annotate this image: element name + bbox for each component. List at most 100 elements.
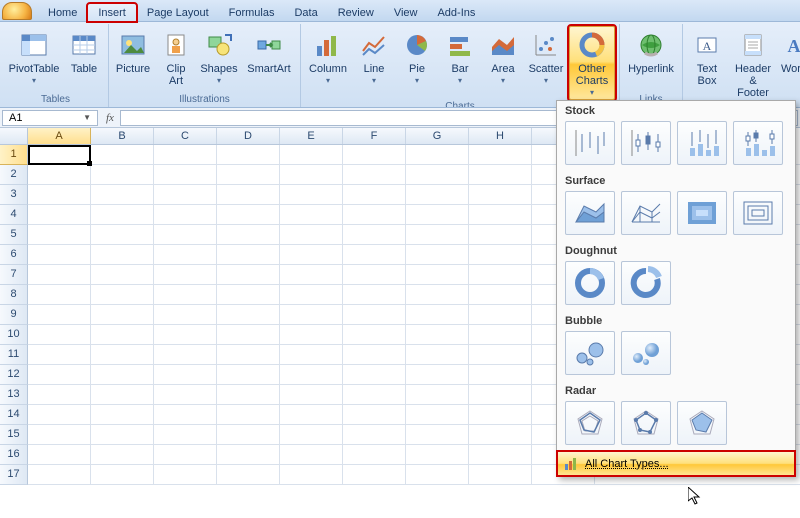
pie-chart-button[interactable]: Pie ▾ <box>397 26 437 100</box>
tab-formulas[interactable]: Formulas <box>219 4 285 21</box>
cell[interactable] <box>406 345 469 364</box>
row-header[interactable]: 15 <box>0 425 28 445</box>
tab-review[interactable]: Review <box>328 4 384 21</box>
row-header[interactable]: 10 <box>0 325 28 345</box>
shapes-button[interactable]: Shapes ▾ <box>199 26 239 93</box>
cell[interactable] <box>217 425 280 444</box>
cell[interactable] <box>469 325 532 344</box>
cell[interactable] <box>154 365 217 384</box>
cell[interactable] <box>91 425 154 444</box>
column-header[interactable]: D <box>217 128 280 144</box>
table-button[interactable]: Table <box>64 26 104 93</box>
cell[interactable] <box>469 265 532 284</box>
clipart-button[interactable]: Clip Art <box>156 26 196 93</box>
cell[interactable] <box>406 205 469 224</box>
row-header[interactable]: 8 <box>0 285 28 305</box>
cell[interactable] <box>280 305 343 324</box>
cell[interactable] <box>28 205 91 224</box>
cell[interactable] <box>343 405 406 424</box>
row-header[interactable]: 2 <box>0 165 28 185</box>
cell[interactable] <box>469 365 532 384</box>
cell[interactable] <box>280 265 343 284</box>
radar-chart[interactable] <box>565 401 615 445</box>
cell[interactable] <box>406 445 469 464</box>
cell[interactable] <box>154 325 217 344</box>
cell[interactable] <box>469 305 532 324</box>
bar-chart-button[interactable]: Bar ▾ <box>440 26 480 100</box>
cell[interactable] <box>91 285 154 304</box>
tab-view[interactable]: View <box>384 4 428 21</box>
cell[interactable] <box>154 165 217 184</box>
column-header[interactable]: E <box>280 128 343 144</box>
cell[interactable] <box>469 225 532 244</box>
row-header[interactable]: 3 <box>0 185 28 205</box>
cell[interactable] <box>91 445 154 464</box>
column-chart-button[interactable]: Column ▾ <box>305 26 351 100</box>
cell[interactable] <box>343 445 406 464</box>
row-header[interactable]: 4 <box>0 205 28 225</box>
row-headers[interactable]: 1234567891011121314151617 <box>0 145 28 485</box>
cell[interactable] <box>217 325 280 344</box>
headerfooter-button[interactable]: Header & Footer <box>730 26 776 100</box>
hyperlink-button[interactable]: Hyperlink <box>624 26 678 93</box>
cell[interactable] <box>91 385 154 404</box>
cell[interactable] <box>280 445 343 464</box>
surface-contour[interactable] <box>677 191 727 235</box>
cell[interactable] <box>28 145 91 164</box>
cell[interactable] <box>28 225 91 244</box>
picture-button[interactable]: Picture <box>113 26 153 93</box>
cell[interactable] <box>280 345 343 364</box>
doughnut-exploded[interactable] <box>621 261 671 305</box>
cell[interactable] <box>343 245 406 264</box>
column-header[interactable]: F <box>343 128 406 144</box>
dropdown-icon[interactable]: ▼ <box>83 113 91 122</box>
cell[interactable] <box>28 325 91 344</box>
cell[interactable] <box>28 245 91 264</box>
cell[interactable] <box>343 185 406 204</box>
cell[interactable] <box>154 285 217 304</box>
radar-filled[interactable] <box>677 401 727 445</box>
cell[interactable] <box>343 205 406 224</box>
cell[interactable] <box>91 305 154 324</box>
cell[interactable] <box>406 185 469 204</box>
stock-chart-hlc[interactable] <box>565 121 615 165</box>
tab-page-layout[interactable]: Page Layout <box>137 4 219 21</box>
cell[interactable] <box>280 145 343 164</box>
stock-chart-vohlc[interactable] <box>733 121 783 165</box>
cell[interactable] <box>217 445 280 464</box>
column-header[interactable]: H <box>469 128 532 144</box>
tab-data[interactable]: Data <box>284 4 327 21</box>
tab-insert[interactable]: Insert <box>87 3 137 22</box>
cell[interactable] <box>469 285 532 304</box>
cell[interactable] <box>154 445 217 464</box>
cell[interactable] <box>406 465 469 484</box>
cell[interactable] <box>91 205 154 224</box>
cell[interactable] <box>280 225 343 244</box>
cell[interactable] <box>28 265 91 284</box>
select-all-corner[interactable] <box>0 128 28 145</box>
smartart-button[interactable]: SmartArt <box>242 26 296 93</box>
cell[interactable] <box>91 185 154 204</box>
cell[interactable] <box>406 305 469 324</box>
cell[interactable] <box>91 225 154 244</box>
cell[interactable] <box>154 405 217 424</box>
cell[interactable] <box>280 245 343 264</box>
cell[interactable] <box>280 425 343 444</box>
tab-addins[interactable]: Add-Ins <box>427 4 485 21</box>
cell[interactable] <box>343 265 406 284</box>
cell[interactable] <box>343 325 406 344</box>
column-headers[interactable]: ABCDEFGHI <box>28 128 595 145</box>
stock-chart-ohlc[interactable] <box>621 121 671 165</box>
cell[interactable] <box>154 185 217 204</box>
row-header[interactable]: 6 <box>0 245 28 265</box>
all-chart-types-button[interactable]: All Chart Types... <box>557 451 795 476</box>
cell[interactable] <box>469 245 532 264</box>
cell[interactable] <box>154 145 217 164</box>
surface-wireframe-3d[interactable] <box>621 191 671 235</box>
cell[interactable] <box>343 285 406 304</box>
cell[interactable] <box>280 205 343 224</box>
cell[interactable] <box>343 305 406 324</box>
cell[interactable] <box>469 205 532 224</box>
cell[interactable] <box>217 265 280 284</box>
cell[interactable] <box>469 145 532 164</box>
